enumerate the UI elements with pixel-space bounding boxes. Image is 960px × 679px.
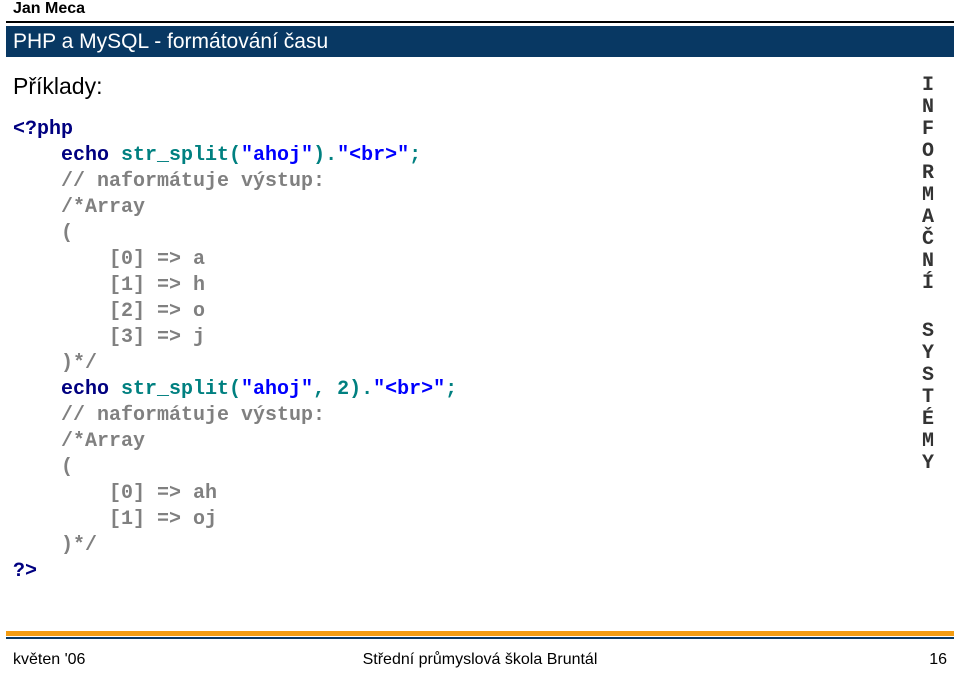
sidebar-letter: A [918,207,938,229]
horizontal-rule [6,21,954,23]
code-line: echo [13,144,109,167]
footer: květen '06 Střední průmyslová škola Brun… [6,651,954,669]
code-line: ; [445,378,457,401]
sidebar-letter: M [918,431,938,453]
code-line: "ahoj" [241,144,313,167]
code-line: /*Array [13,196,145,219]
code-line: "ahoj" [241,378,313,401]
sidebar-letter: R [918,163,938,185]
sidebar-letter: S [918,321,938,343]
sidebar-letter: S [918,365,938,387]
code-line: <?php [13,118,73,141]
code-line: )*/ [13,534,97,557]
code-line: )*/ [13,352,97,375]
code-line: [3] => j [13,326,205,349]
author-name: Jan Meca [13,0,85,18]
footer-page-number: 16 [929,651,947,669]
code-block: <?php echo str_split("ahoj")."<br>"; // … [13,117,457,585]
code-line: str_split( [109,378,241,401]
section-heading: Příklady: [13,73,102,100]
code-line: str_split( [109,144,241,167]
code-line: [2] => o [13,300,205,323]
code-line: [1] => oj [13,508,217,531]
sidebar-letter: Č [918,229,938,251]
code-line: [1] => h [13,274,205,297]
code-line: [0] => ah [13,482,217,505]
sidebar-letter: M [918,185,938,207]
code-line: // naformátuje výstup: [13,404,325,427]
code-line: , 2). [313,378,373,401]
code-line: ( [13,456,73,479]
code-line: echo [13,378,109,401]
code-line: /*Array [13,430,145,453]
code-line: "<br>" [337,144,409,167]
sidebar-letter: N [918,251,938,273]
sidebar-letter: F [918,119,938,141]
code-line: ?> [13,560,37,583]
code-line: // naformátuje výstup: [13,170,325,193]
footer-divider [6,631,954,639]
code-line: ). [313,144,337,167]
code-line: [0] => a [13,248,205,271]
page-title: PHP a MySQL - formátování času [6,26,954,57]
sidebar-acronym: I N F O R M A Č N Í S Y S T É M Y [918,75,938,475]
footer-school: Střední průmyslová škola Bruntál [6,651,954,669]
sidebar-letter: T [918,387,938,409]
sidebar-letter: Y [918,343,938,365]
code-line: ( [13,222,73,245]
sidebar-letter: N [918,97,938,119]
sidebar-letter: Y [918,453,938,475]
code-line: ; [409,144,421,167]
sidebar-gap [918,295,938,321]
sidebar-letter: O [918,141,938,163]
code-line: "<br>" [373,378,445,401]
sidebar-letter: É [918,409,938,431]
sidebar-letter: I [918,75,938,97]
sidebar-letter: Í [918,273,938,295]
footer-date: květen '06 [13,651,85,669]
